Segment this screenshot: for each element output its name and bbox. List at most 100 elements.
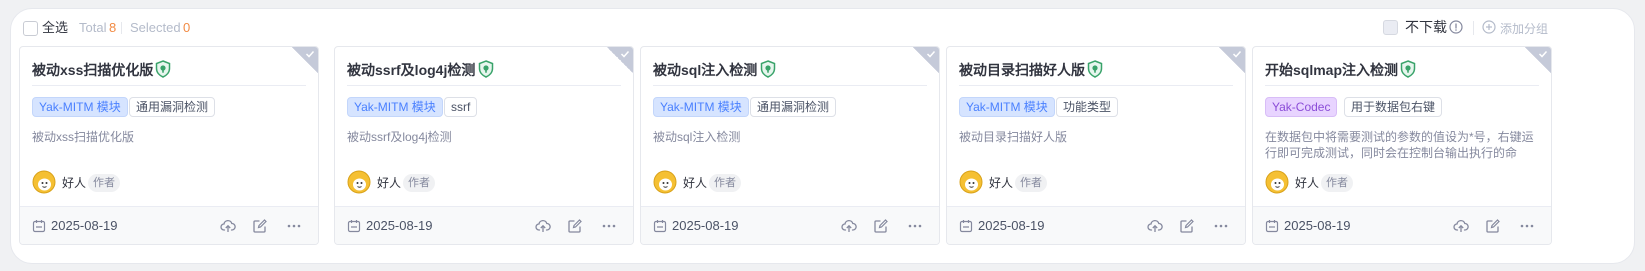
plugin-type-tag: Yak-MITM 模块 [347, 97, 443, 117]
plugin-type-tag: Yak-MITM 模块 [959, 97, 1055, 117]
card-description: 被动sql注入检测 [653, 130, 741, 144]
author-avatar [1265, 170, 1289, 194]
edit-icon[interactable] [567, 218, 583, 234]
selected-count: 0 [183, 20, 191, 35]
card-footer: 2025-08-19 [641, 206, 939, 244]
card-divider [653, 85, 927, 86]
shield-check-icon [760, 60, 776, 78]
more-icon[interactable] [907, 218, 923, 234]
edit-icon[interactable] [873, 218, 889, 234]
plugin-tag: 通用漏洞检测 [750, 97, 837, 117]
plugin-card[interactable]: 被动sql注入检测 Yak-MITM 模块 通用漏洞检测 被动sql注入检测 好… [640, 46, 940, 245]
add-group-button[interactable]: 添加分组 [1500, 21, 1548, 37]
card-footer: 2025-08-19 [947, 206, 1245, 244]
plugin-tag: 功能类型 [1056, 97, 1119, 117]
check-icon [620, 50, 630, 58]
card-description: 被动xss扫描优化版 [32, 130, 135, 144]
plugin-type-tag: Yak-MITM 模块 [32, 97, 128, 117]
list-header: 全选 Total 8 Selected 0 不下载 添加分组 [11, 9, 1634, 45]
author-name: 好人 [1295, 176, 1320, 190]
card-title[interactable]: 被动sql注入检测 [653, 61, 757, 79]
author-avatar [347, 170, 371, 194]
author-role-badge: 作者 [88, 174, 120, 192]
card-footer: 2025-08-19 [1253, 206, 1551, 244]
card-title[interactable]: 被动目录扫描好人版 [959, 61, 1085, 79]
check-icon [305, 50, 315, 58]
author-role-badge: 作者 [709, 174, 741, 192]
calendar-icon [959, 220, 973, 233]
card-description: 被动ssrf及log4j检测 [347, 130, 452, 144]
more-icon[interactable] [1213, 218, 1229, 234]
plugin-tag: ssrf [444, 97, 478, 117]
card-description: 在数据包中将需要测试的参数的值设为*号，右键运行即可完成测试，同时会在控制台输出… [1265, 130, 1534, 160]
card-divider [959, 85, 1233, 86]
plugin-card[interactable]: 被动ssrf及log4j检测 Yak-MITM 模块 ssrf 被动ssrf及l… [334, 46, 634, 245]
author-avatar [959, 170, 983, 194]
author-name: 好人 [683, 176, 708, 190]
more-icon[interactable] [286, 218, 302, 234]
cloud-upload-icon[interactable] [220, 218, 236, 234]
card-divider [1265, 85, 1539, 86]
select-all-checkbox[interactable] [23, 21, 38, 36]
plugin-card[interactable]: 被动xss扫描优化版 Yak-MITM 模块 通用漏洞检测 被动xss扫描优化版… [19, 46, 319, 245]
shield-check-icon [1400, 60, 1416, 78]
calendar-icon [32, 220, 46, 233]
no-download-checkbox[interactable] [1383, 20, 1398, 35]
author-role-badge: 作者 [1321, 174, 1353, 192]
card-grid: 被动xss扫描优化版 Yak-MITM 模块 通用漏洞检测 被动xss扫描优化版… [19, 46, 1626, 246]
card-date: 2025-08-19 [978, 218, 1045, 233]
card-title[interactable]: 被动ssrf及log4j检测 [347, 61, 475, 79]
plugin-type-tag: Yak-Codec [1265, 97, 1338, 117]
card-divider [347, 85, 621, 86]
author-avatar [32, 170, 56, 194]
shield-check-icon [155, 60, 171, 78]
shield-check-icon [478, 60, 494, 78]
check-icon [1538, 50, 1548, 58]
author-role-badge: 作者 [403, 174, 435, 192]
card-divider [32, 85, 306, 86]
more-icon[interactable] [1519, 218, 1535, 234]
author-name: 好人 [989, 176, 1014, 190]
plugin-card[interactable]: 被动目录扫描好人版 Yak-MITM 模块 功能类型 被动目录扫描好人版 好人 … [946, 46, 1246, 245]
no-download-label[interactable]: 不下载 [1405, 19, 1447, 35]
card-footer: 2025-08-19 [335, 206, 633, 244]
cloud-upload-icon[interactable] [1147, 218, 1163, 234]
card-date: 2025-08-19 [672, 218, 739, 233]
cloud-upload-icon[interactable] [841, 218, 857, 234]
help-circle-icon[interactable] [1449, 20, 1463, 34]
plugin-panel: 全选 Total 8 Selected 0 不下载 添加分组 被动xss扫描优化… [10, 8, 1635, 264]
selected-label: Selected [130, 20, 181, 35]
more-icon[interactable] [601, 218, 617, 234]
add-circle-icon[interactable] [1482, 20, 1496, 34]
select-all-label[interactable]: 全选 [42, 20, 68, 36]
edit-icon[interactable] [252, 218, 268, 234]
plugin-card[interactable]: 开始sqlmap注入检测 Yak-Codec 用于数据包右键 在数据包中将需要测… [1252, 46, 1552, 245]
card-date: 2025-08-19 [366, 218, 433, 233]
plugin-tag: 通用漏洞检测 [129, 97, 216, 117]
total-label: Total [79, 20, 107, 35]
total-count: 8 [109, 20, 117, 35]
calendar-icon [347, 220, 361, 233]
plugin-type-tag: Yak-MITM 模块 [653, 97, 749, 117]
author-role-badge: 作者 [1015, 174, 1047, 192]
card-title[interactable]: 开始sqlmap注入检测 [1265, 61, 1398, 79]
edit-icon[interactable] [1485, 218, 1501, 234]
header-divider-right [1473, 21, 1474, 35]
card-date: 2025-08-19 [1284, 218, 1351, 233]
check-icon [926, 50, 936, 58]
calendar-icon [1265, 220, 1279, 233]
author-name: 好人 [62, 176, 87, 190]
header-divider [121, 22, 122, 34]
calendar-icon [653, 220, 667, 233]
plugin-tag: 用于数据包右键 [1344, 97, 1443, 117]
cloud-upload-icon[interactable] [1453, 218, 1469, 234]
edit-icon[interactable] [1179, 218, 1195, 234]
author-name: 好人 [377, 176, 402, 190]
card-description: 被动目录扫描好人版 [959, 130, 1068, 144]
shield-check-icon [1087, 60, 1103, 78]
card-footer: 2025-08-19 [20, 206, 318, 244]
cloud-upload-icon[interactable] [535, 218, 551, 234]
check-icon [1232, 50, 1242, 58]
card-title[interactable]: 被动xss扫描优化版 [32, 61, 153, 79]
author-avatar [653, 170, 677, 194]
